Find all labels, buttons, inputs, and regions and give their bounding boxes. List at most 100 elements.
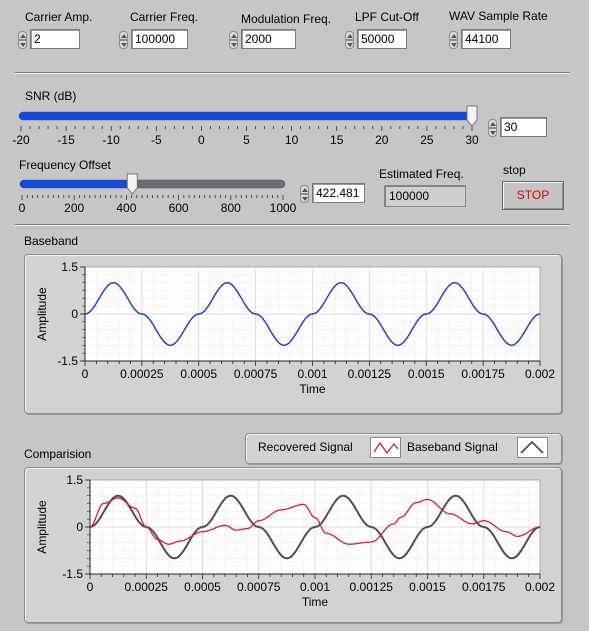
carrier-freq-spinner[interactable] xyxy=(119,31,128,49)
lpf-cutoff-label: LPF Cut-Off xyxy=(355,10,419,24)
x-tick-label: 0.001 xyxy=(300,580,330,594)
snr-input[interactable]: 30 xyxy=(500,117,547,137)
wav-rate-control[interactable]: 44100 xyxy=(449,29,511,49)
slider-tick-label: 15 xyxy=(330,133,344,147)
decrement-arrow-icon[interactable] xyxy=(345,40,354,49)
slider-handle-icon[interactable] xyxy=(126,173,138,195)
x-axis-label: Time xyxy=(302,595,329,609)
legend-swatch-baseband xyxy=(517,437,548,458)
decrement-arrow-icon[interactable] xyxy=(488,128,497,137)
increment-arrow-icon[interactable] xyxy=(449,31,458,40)
slider-tick-label: 10 xyxy=(285,133,299,147)
slider-tick-label: -5 xyxy=(151,133,162,147)
slider-tick-label: 25 xyxy=(420,133,434,147)
legend-label-baseband: Baseband Signal xyxy=(407,440,498,454)
middle-separator xyxy=(15,224,570,226)
slider-tick-label: 20 xyxy=(375,133,389,147)
x-tick-label: 0.002 xyxy=(525,367,555,381)
slider-tick-label: -15 xyxy=(57,133,75,147)
y-tick-label: 1.5 xyxy=(66,473,83,487)
estimated-freq-label: Estimated Freq. xyxy=(379,167,464,181)
carrier-freq-control[interactable]: 100000 xyxy=(119,29,189,49)
snr-spinner[interactable] xyxy=(488,119,497,137)
baseband-chart: 0 0.00025 0.0005 0.00075 0.001 0.00125 0.0015 0… xyxy=(35,260,555,396)
carrier-freq-input[interactable]: 100000 xyxy=(131,29,188,49)
y-tick-label: 1.5 xyxy=(61,260,78,274)
mod-freq-label: Modulation Freq. xyxy=(241,12,332,26)
increment-arrow-icon[interactable] xyxy=(345,31,354,40)
slider-handle-icon[interactable] xyxy=(466,105,478,127)
stop-label: stop xyxy=(503,163,526,177)
slider-tick-label: 5 xyxy=(243,133,250,147)
slider-fill xyxy=(19,112,472,120)
carrier-amp-control[interactable]: 2 xyxy=(18,29,82,49)
slider-tick-label: 200 xyxy=(64,201,84,215)
lpf-cutoff-input[interactable]: 50000 xyxy=(357,29,407,49)
baseband-chart-title: Baseband xyxy=(24,234,79,248)
increment-arrow-icon[interactable] xyxy=(300,185,309,194)
mod-freq-input[interactable]: 2000 xyxy=(241,29,296,49)
increment-arrow-icon[interactable] xyxy=(488,119,497,128)
lpf-cutoff-control[interactable]: 50000 xyxy=(345,29,407,49)
carrier-amp-label: Carrier Amp. xyxy=(25,10,93,24)
slider-tick-label: -10 xyxy=(103,133,121,147)
carrier-freq-label: Carrier Freq. xyxy=(130,10,199,24)
x-tick-label: 0.0015 xyxy=(408,367,445,381)
wav-rate-input[interactable]: 44100 xyxy=(461,29,511,49)
decrement-arrow-icon[interactable] xyxy=(300,194,309,203)
x-tick-label: 0.0015 xyxy=(409,580,446,594)
freq-offset-control[interactable]: 422.481 xyxy=(300,183,366,203)
x-tick-label: 0.00125 xyxy=(348,367,392,381)
top-separator xyxy=(15,72,570,74)
y-axis-label: Amplitude xyxy=(35,287,49,341)
x-tick-label: 0.001 xyxy=(297,367,327,381)
freq-offset-input[interactable]: 422.481 xyxy=(312,183,365,203)
mod-freq-spinner[interactable] xyxy=(229,31,238,49)
increment-arrow-icon[interactable] xyxy=(18,31,27,40)
estimated-freq-indicator: 100000 xyxy=(384,185,466,207)
x-tick-label: 0.00125 xyxy=(350,580,394,594)
mod-freq-control[interactable]: 2000 xyxy=(229,29,297,49)
y-tick-label: 0 xyxy=(71,307,78,321)
y-tick-label: 0 xyxy=(76,520,83,534)
increment-arrow-icon[interactable] xyxy=(229,31,238,40)
x-tick-label: 0 xyxy=(82,367,89,381)
x-tick-label: 0.00175 xyxy=(461,367,505,381)
y-tick-label: -1.5 xyxy=(57,354,78,368)
increment-arrow-icon[interactable] xyxy=(119,31,128,40)
x-tick-label: 0 xyxy=(87,580,94,594)
y-tick-label: -1.5 xyxy=(62,567,83,581)
comparison-chart: 0 0.00025 0.0005 0.00075 0.001 0.00125 0.0015 0… xyxy=(35,473,555,609)
lpf-cutoff-spinner[interactable] xyxy=(345,31,354,49)
slider-tick-label: 400 xyxy=(116,201,136,215)
decrement-arrow-icon[interactable] xyxy=(18,40,27,49)
wav-rate-label: WAV Sample Rate xyxy=(449,9,548,23)
slider-tick-label: 0 xyxy=(198,133,205,147)
decrement-arrow-icon[interactable] xyxy=(119,40,128,49)
freq-offset-slider[interactable]: 0 200 400 600 800 1000 xyxy=(0,170,300,218)
slider-tick-label: -20 xyxy=(12,133,30,147)
snr-control[interactable]: 30 xyxy=(488,117,552,137)
legend-label-recovered: Recovered Signal xyxy=(258,440,353,454)
legend-swatch-recovered xyxy=(370,437,401,458)
slider-tick-label: 600 xyxy=(169,201,189,215)
x-tick-label: 0.00025 xyxy=(125,580,169,594)
slider-tick-label: 30 xyxy=(465,133,479,147)
wav-rate-spinner[interactable] xyxy=(449,31,458,49)
y-axis-label: Amplitude xyxy=(35,500,49,554)
slider-tick-label: 800 xyxy=(221,201,241,215)
x-tick-label: 0.00025 xyxy=(120,367,164,381)
stop-button[interactable]: STOP xyxy=(502,181,564,210)
snr-slider[interactable]: -20 -15 -10 -5 0 5 10 15 20 25 30 xyxy=(0,100,490,150)
x-axis-label: Time xyxy=(299,382,326,396)
slider-tick-label: 1000 xyxy=(270,201,297,215)
decrement-arrow-icon[interactable] xyxy=(229,40,238,49)
carrier-amp-input[interactable]: 2 xyxy=(30,29,80,49)
x-tick-label: 0.0005 xyxy=(184,580,221,594)
freq-offset-spinner[interactable] xyxy=(300,185,309,203)
decrement-arrow-icon[interactable] xyxy=(449,40,458,49)
x-tick-label: 0.00075 xyxy=(237,580,281,594)
slider-tick-label: 0 xyxy=(19,201,26,215)
x-tick-label: 0.00175 xyxy=(462,580,506,594)
carrier-amp-spinner[interactable] xyxy=(18,31,27,49)
